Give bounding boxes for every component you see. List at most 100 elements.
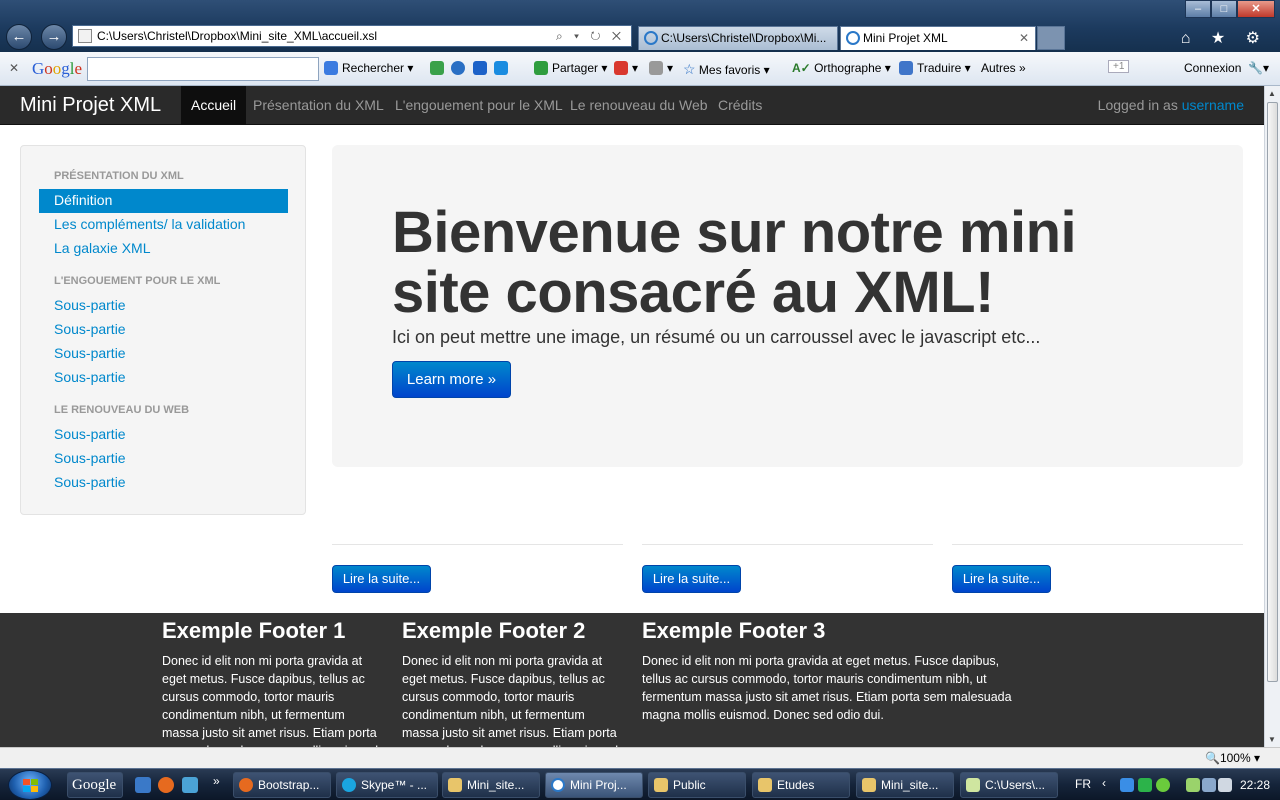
site-brand[interactable]: Mini Projet XML <box>20 94 161 117</box>
wrench-icon[interactable]: 🔧▾ <box>1248 61 1269 75</box>
footer-text: Donec id elit non mi porta gravida at eg… <box>402 654 622 747</box>
sync-icon[interactable] <box>1138 778 1152 792</box>
close-window-button[interactable]: ✕ <box>1237 0 1275 18</box>
sidebar-item-complements[interactable]: Les compléments/ la validation <box>54 216 245 232</box>
home-favorites-tools-icons[interactable]: ⌂ ★ ⚙ <box>1181 28 1268 48</box>
sidebar-item-sous-partie[interactable]: Sous-partie <box>54 345 126 361</box>
windows-taskbar: Google » Bootstrap... Skype™ - ... Mini_… <box>0 768 1280 800</box>
new-tab-button[interactable] <box>1037 26 1065 50</box>
dropbox-icon[interactable] <box>1120 778 1134 792</box>
language-indicator[interactable]: FR <box>1075 777 1091 791</box>
partager-button[interactable]: Partager ▾ <box>534 61 607 75</box>
minimize-button[interactable]: – <box>1185 0 1211 18</box>
address-tools-icon[interactable]: ⌕ ▾ ↻ ✕ <box>556 26 625 46</box>
rechercher-button[interactable]: Rechercher ▾ <box>324 61 413 75</box>
address-bar[interactable]: C:\Users\Christel\Dropbox\Mini_site_XML\… <box>72 25 632 47</box>
sidebar-item-sous-partie[interactable]: Sous-partie <box>54 321 126 337</box>
show-hidden-icons[interactable]: ‹ <box>1102 776 1106 790</box>
google-search-input[interactable] <box>87 57 319 81</box>
clock[interactable]: 22:28 <box>1240 778 1270 792</box>
tab-title: Mini Projet XML <box>863 31 948 45</box>
check-icon[interactable] <box>1156 778 1170 792</box>
close-tab-icon[interactable]: ✕ <box>1019 27 1029 49</box>
pencil-icon <box>649 61 663 75</box>
task-mini-site-folder[interactable]: Mini_site... <box>442 772 540 798</box>
task-bootstrap[interactable]: Bootstrap... <box>233 772 331 798</box>
address-text: C:\Users\Christel\Dropbox\Mini_site_XML\… <box>97 29 378 43</box>
scroll-up-icon[interactable]: ▲ <box>1268 89 1276 98</box>
status-bar: 🔍100% ▾ <box>0 747 1280 768</box>
google-search-icon <box>324 61 338 75</box>
quicklaunch-more[interactable]: » <box>213 774 220 788</box>
sidebar-item-sous-partie[interactable]: Sous-partie <box>54 426 126 442</box>
nav-renouveau[interactable]: Le renouveau du Web <box>560 86 718 125</box>
ie-icon <box>551 778 565 792</box>
sidebar-item-galaxie[interactable]: La galaxie XML <box>54 240 151 256</box>
autres-button[interactable]: Autres » <box>981 61 1026 75</box>
back-button[interactable]: ← <box>6 24 32 50</box>
battery-icon[interactable] <box>1186 778 1200 792</box>
task-users-notepad[interactable]: C:\Users\... <box>960 772 1058 798</box>
plus-one-button[interactable]: +1 <box>1108 60 1130 73</box>
desktop-icon[interactable] <box>135 777 151 793</box>
tab-mini-projet[interactable]: Mini Projet XML ✕ <box>840 26 1036 50</box>
task-public[interactable]: Public <box>648 772 746 798</box>
tab-local-file[interactable]: C:\Users\Christel\Dropbox\Mi... <box>638 26 838 50</box>
orthographe-button[interactable]: A✓ Orthographe ▾ <box>792 61 891 75</box>
notepad-icon <box>966 778 980 792</box>
task-mini-projet[interactable]: Mini Proj... <box>545 772 643 798</box>
task-skype[interactable]: Skype™ - ... <box>336 772 438 798</box>
sidebar-header-renouveau: LE RENOUVEAU DU WEB <box>54 404 190 416</box>
sidebar-header-engouement: L'ENGOUEMENT POUR LE XML <box>54 275 221 287</box>
popup-blocker-button[interactable]: ▾ <box>614 61 638 75</box>
scroll-down-icon[interactable]: ▼ <box>1268 735 1276 744</box>
task-google[interactable]: Google <box>67 772 123 798</box>
messenger-icon[interactable] <box>182 777 198 793</box>
footer: Exemple Footer 1 Donec id elit non mi po… <box>0 613 1264 747</box>
maximize-button[interactable]: □ <box>1211 0 1237 18</box>
read-more-button-3[interactable]: Lire la suite... <box>952 565 1051 593</box>
ie-icon <box>644 31 658 45</box>
toolbar-shortcuts[interactable] <box>430 61 512 75</box>
scrollbar-thumb[interactable] <box>1267 102 1278 682</box>
column-divider <box>952 544 1243 545</box>
sidebar: PRÉSENTATION DU XML Définition Les compl… <box>20 145 306 515</box>
traduire-button[interactable]: Traduire ▾ <box>899 61 971 75</box>
learn-more-button[interactable]: Learn more » <box>392 361 511 398</box>
connexion-link[interactable]: Connexion <box>1184 61 1241 75</box>
sidebar-item-sous-partie[interactable]: Sous-partie <box>54 474 126 490</box>
nav-accueil[interactable]: Accueil <box>181 86 247 125</box>
sidebar-item-sous-partie[interactable]: Sous-partie <box>54 369 126 385</box>
zoom-icon: 🔍 <box>1204 751 1220 765</box>
sidebar-item-sous-partie[interactable]: Sous-partie <box>54 450 126 466</box>
firefox-icon[interactable] <box>158 777 174 793</box>
sidebar-item-sous-partie[interactable]: Sous-partie <box>54 297 126 313</box>
nav-engouement[interactable]: L'engouement pour le XML <box>385 86 573 125</box>
site-navbar: Mini Projet XML Accueil Présentation du … <box>0 86 1264 125</box>
volume-icon[interactable] <box>1218 778 1232 792</box>
forward-button[interactable]: → <box>41 24 67 50</box>
nav-credits[interactable]: Crédits <box>708 86 772 125</box>
close-toolbar-icon[interactable]: ✕ <box>9 61 19 75</box>
mes-favoris-button[interactable]: ☆ Mes favoris ▾ <box>683 61 770 78</box>
zoom-control[interactable]: 🔍100% ▾ <box>1205 751 1260 765</box>
google-logo: Google <box>32 59 83 78</box>
browser-titlebar: ← → C:\Users\Christel\Dropbox\Mini_site_… <box>0 0 1280 52</box>
read-more-button-1[interactable]: Lire la suite... <box>332 565 431 593</box>
column-divider <box>332 544 623 545</box>
windows-logo-icon <box>23 779 38 792</box>
sidebar-item-definition[interactable]: Définition <box>39 189 288 213</box>
network-icon[interactable] <box>1202 778 1216 792</box>
username-link[interactable]: username <box>1182 97 1244 113</box>
read-more-button-2[interactable]: Lire la suite... <box>642 565 741 593</box>
task-etudes[interactable]: Etudes <box>752 772 850 798</box>
footer-column-2: Exemple Footer 2 Donec id elit non mi po… <box>402 618 622 747</box>
vertical-scrollbar[interactable]: ▲ ▼ <box>1264 86 1280 747</box>
footer-title: Exemple Footer 1 <box>162 618 346 643</box>
hero-title: Bienvenue sur notre mini site consacré a… <box>392 200 1077 325</box>
task-mini-site-2[interactable]: Mini_site... <box>856 772 954 798</box>
start-button[interactable] <box>8 770 52 800</box>
autofill-button[interactable]: ▾ <box>649 61 673 75</box>
nav-presentation[interactable]: Présentation du XML <box>243 86 394 125</box>
footer-text: Donec id elit non mi porta gravida at eg… <box>162 654 382 747</box>
